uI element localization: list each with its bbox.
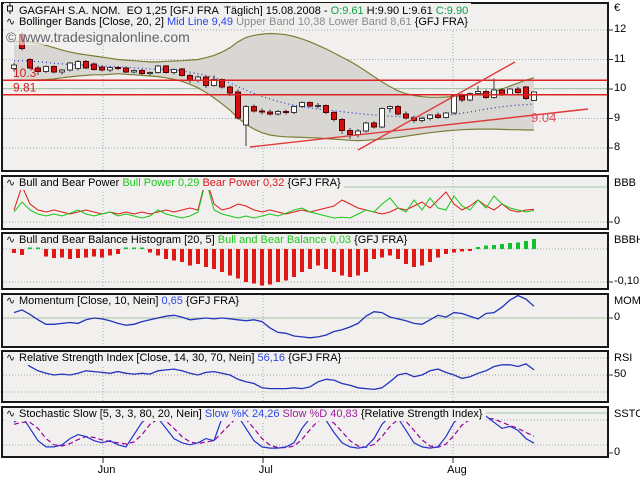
legend-segment: Stochastic Slow [5, 3, 3, 80, 20, Nein] — [19, 408, 205, 420]
bbb-legend[interactable]: ∿ Bull and Bear Power Bull Power 0,29 Bea… — [4, 177, 344, 190]
legend-segment: Bull and Bear Balance Histogram [20, 5] — [19, 234, 218, 246]
wave-icon: ∿ — [6, 352, 16, 364]
wave-icon: ∿ — [6, 234, 16, 246]
legend-segment: Bull and Bear Power — [19, 177, 123, 189]
month-label-jun: Jun — [97, 464, 116, 476]
value-tick-label: 0 — [614, 311, 621, 323]
value-tick-label: 50 — [614, 368, 627, 380]
value-tick-label: 0 — [614, 446, 621, 458]
legend-segment: Slow %K 24,26 — [204, 408, 283, 420]
wave-icon: ∿ — [6, 295, 16, 307]
bbbh-legend[interactable]: ∿ Bull and Bear Balance Histogram [20, 5]… — [4, 234, 411, 247]
wave-icon: ∿ — [6, 177, 16, 189]
legend-segment: {GFJ FRA} — [185, 295, 240, 307]
price-tick-label: 10 — [614, 82, 627, 94]
price-tick-label: 11 — [614, 52, 626, 65]
main-panel-legend-bollinger[interactable]: ∿ Bollinger Bands [Close, 20, 2] Mid Line… — [4, 16, 471, 29]
legend-segment: {GFJ FRA} — [287, 177, 341, 189]
legend-segment: Lower Band 8,61 — [328, 16, 415, 28]
legend-segment: Bear Power 0,32 — [202, 177, 288, 189]
legend-segment: {Relative Strength Index} — [360, 408, 483, 420]
stochastic-legend[interactable]: ∿ Stochastic Slow [5, 3, 3, 80, 20, Nein]… — [4, 408, 486, 421]
legend-segment: {GFJ FRA} — [354, 234, 408, 246]
legend-segment: Bull Power 0,29 — [122, 177, 203, 189]
month-label-jul: Jul — [258, 464, 273, 476]
price-tick-label: 8 — [614, 141, 621, 153]
value-tick-label: 0 — [614, 215, 621, 227]
price-tick-label: 9 — [614, 111, 621, 124]
legend-segment: Bull and Bear Balance 0,03 — [217, 234, 355, 246]
watermark: © www.tradesignalonline.com — [4, 29, 192, 45]
price-tick-label: 12 — [614, 23, 627, 35]
legend-segment: Relative Strength Index [Close, 14, 30, … — [19, 352, 258, 364]
wave-icon: ∿ — [6, 16, 16, 28]
currency-label: € — [614, 2, 621, 14]
legend-segment: 0,65 — [161, 295, 186, 307]
momentum-legend[interactable]: ∿ Momentum [Close, 10, Nein] 0,65 {GFJ FR… — [4, 295, 243, 308]
legend-segment: {GFJ FRA} — [288, 352, 342, 364]
panel-code-label: RSI — [614, 352, 633, 364]
legend-segment: {GFJ FRA} — [414, 16, 468, 28]
legend-segment: Slow %D 40,83 — [282, 408, 361, 420]
panel-code-label: BBB — [614, 177, 637, 189]
panel-code-label: MOM — [614, 295, 640, 307]
wave-icon: ∿ — [6, 408, 16, 420]
panel-code-label: BBBH — [614, 234, 640, 246]
legend-segment: Upper Band 10,38 — [236, 16, 329, 28]
legend-segment: Mid Line 9,49 — [166, 16, 237, 28]
panel-code-label: SSTOC — [614, 408, 640, 420]
trading-chart-app: { "watermark": "© www.tradesignalonline.… — [0, 0, 640, 480]
legend-segment: 56,16 — [257, 352, 289, 364]
rsi-legend[interactable]: ∿ Relative Strength Index [Close, 14, 30,… — [4, 352, 345, 365]
legend-segment: Bollinger Bands [Close, 20, 2] — [19, 16, 167, 28]
legend-segment: Momentum [Close, 10, Nein] — [19, 295, 162, 307]
value-tick-label: -0,10 — [614, 275, 640, 287]
month-label-aug: Aug — [447, 464, 467, 476]
